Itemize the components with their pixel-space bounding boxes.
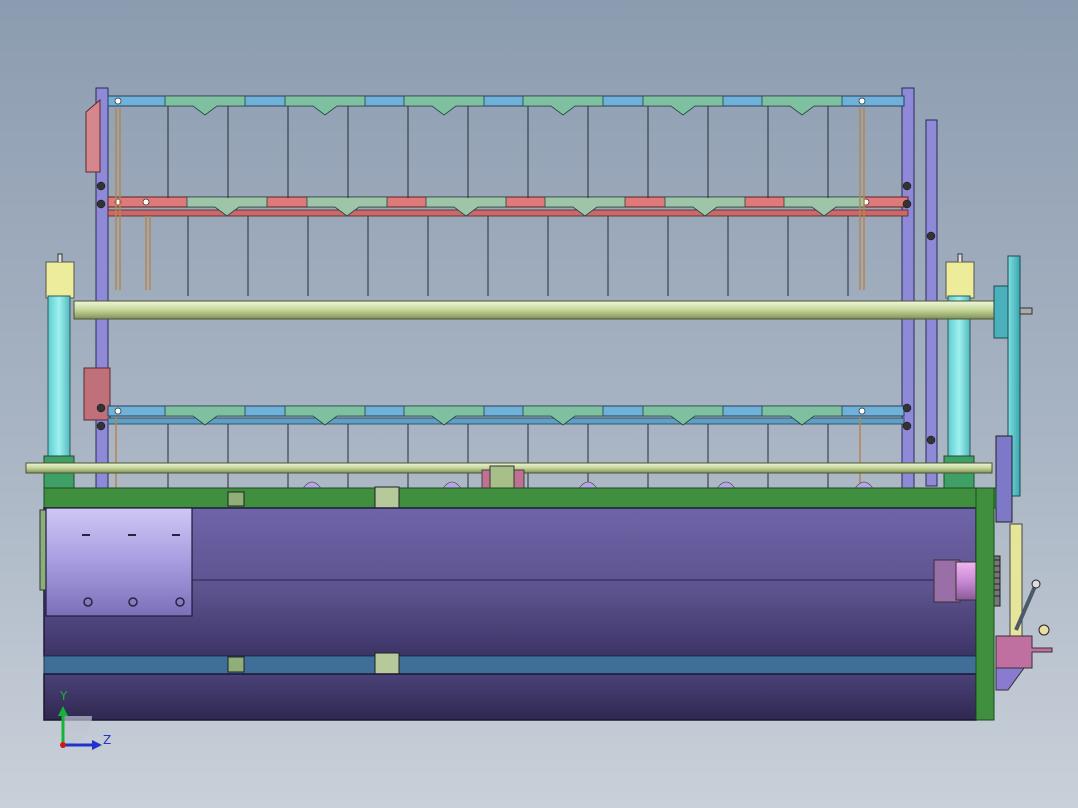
bar-clamp bbox=[761, 95, 843, 116]
left-pink-bracket bbox=[85, 98, 101, 173]
bar-clamp bbox=[164, 95, 246, 116]
base-block bbox=[43, 673, 977, 721]
y-axis-label: Y bbox=[59, 689, 68, 703]
bar-clamp bbox=[284, 95, 366, 116]
z-axis-label: Z bbox=[103, 733, 111, 747]
bar-clamps bbox=[164, 95, 865, 426]
bar-clamp bbox=[642, 95, 724, 116]
cad-viewport[interactable]: Y Z bbox=[0, 0, 1078, 808]
left-pillar bbox=[43, 253, 75, 489]
right-end-plate bbox=[975, 487, 995, 721]
green-collar bbox=[489, 465, 515, 489]
x-axis-dot bbox=[60, 742, 66, 748]
left-pink-bracket-lower bbox=[83, 367, 111, 421]
bar-clamp bbox=[403, 95, 485, 116]
upper-shaft bbox=[73, 300, 1007, 320]
lower-blue-bar-2 bbox=[107, 417, 905, 425]
heald-wires bbox=[167, 106, 849, 488]
right-pillar bbox=[943, 253, 975, 489]
upper-frame bbox=[83, 87, 938, 489]
top-green-rail bbox=[43, 487, 997, 509]
blue-rail bbox=[43, 655, 977, 675]
bar-clamp bbox=[522, 95, 604, 116]
left-housing bbox=[39, 507, 193, 617]
